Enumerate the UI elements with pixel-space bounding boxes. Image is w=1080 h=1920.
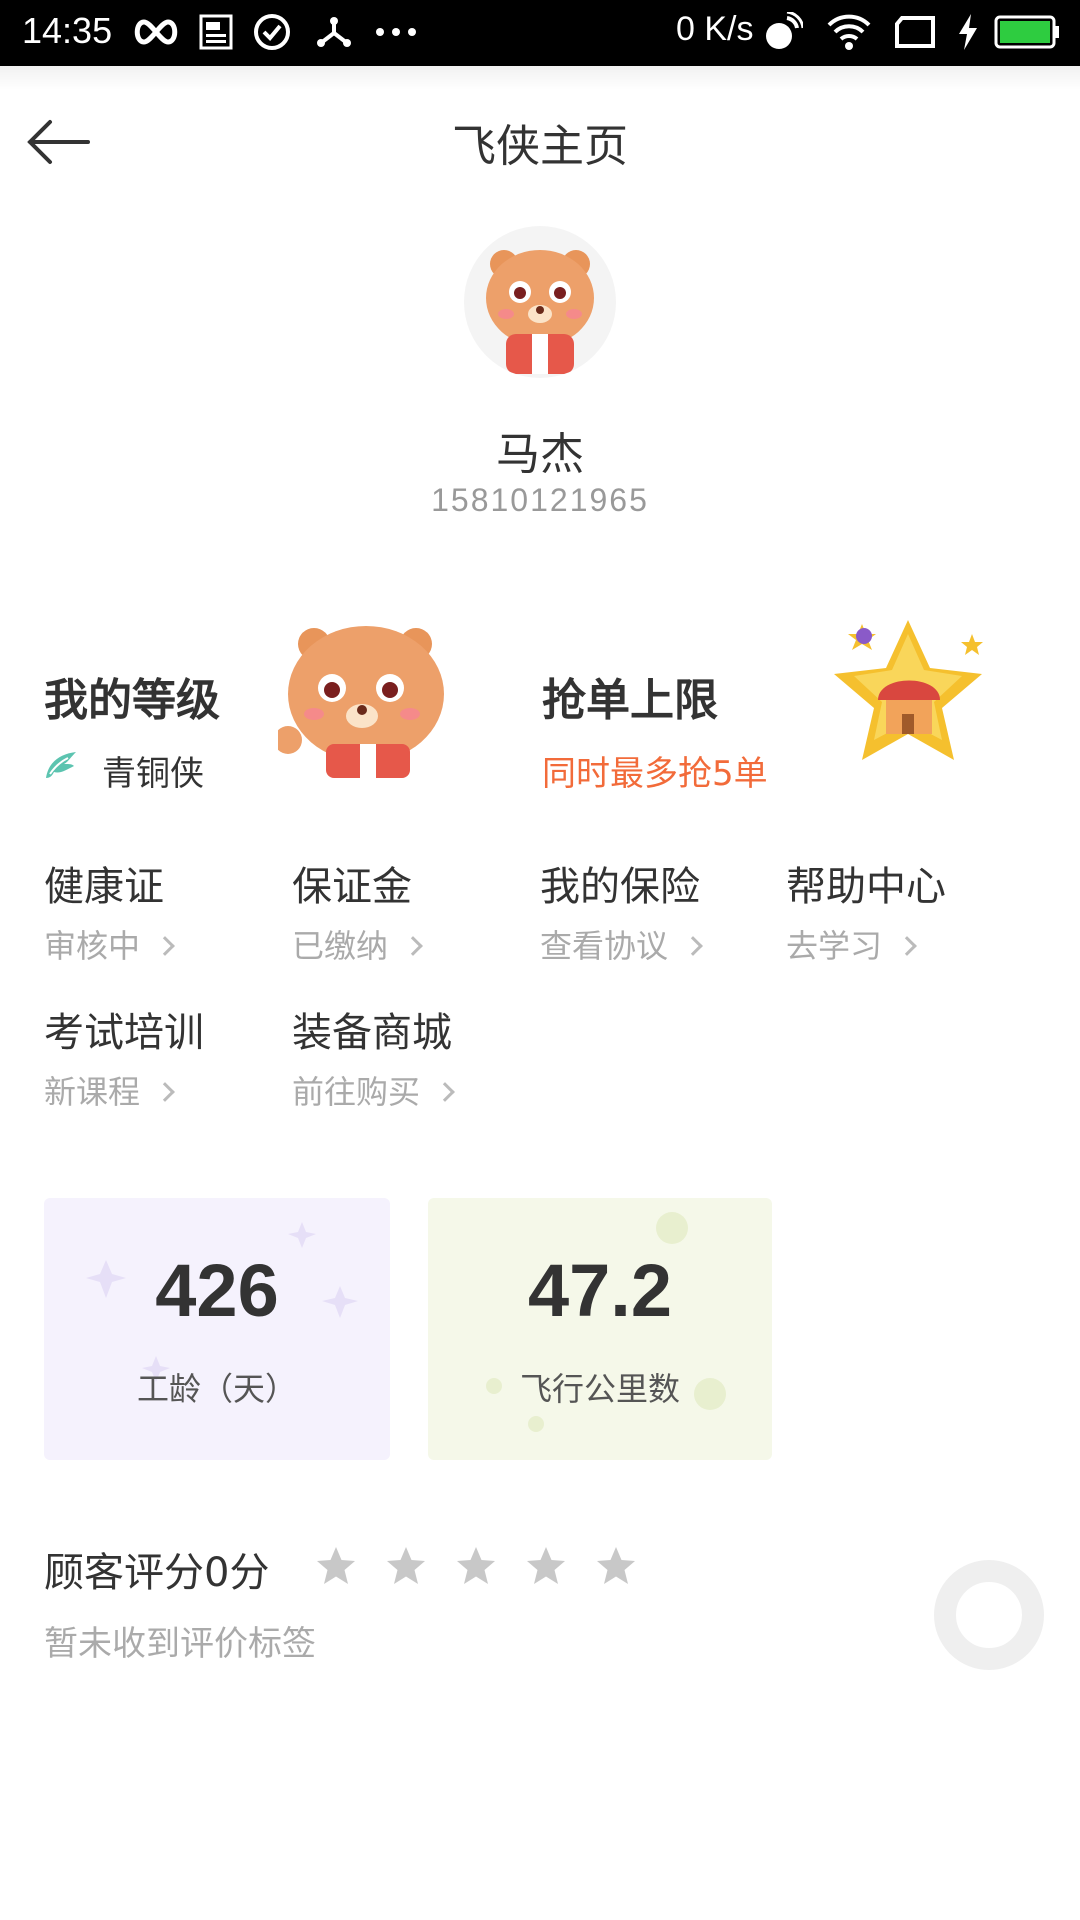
chevron-right-icon bbox=[403, 936, 423, 956]
chevron-right-icon bbox=[435, 1082, 455, 1102]
no-tags-text: 暂未收到评价标签 bbox=[44, 1624, 316, 1664]
feature-label: 健康证 bbox=[44, 864, 164, 910]
check-circle-icon bbox=[252, 12, 292, 52]
feature-exam-training[interactable]: 考试培训 新课程 bbox=[44, 1008, 274, 1116]
tenure-label: 工龄（天） bbox=[136, 1370, 297, 1408]
tenure-value: 426 bbox=[155, 1249, 279, 1332]
network-speed: 0 K/s bbox=[676, 10, 754, 48]
infinity-icon bbox=[128, 12, 184, 52]
feature-label: 考试培训 bbox=[44, 1010, 204, 1056]
feature-label: 我的保险 bbox=[540, 864, 700, 910]
status-time: 14:35 bbox=[22, 10, 113, 51]
avatar[interactable] bbox=[464, 226, 616, 378]
feature-health-cert[interactable]: 健康证 审核中 bbox=[44, 862, 274, 970]
more-dots-icon bbox=[374, 12, 418, 52]
rating-label: 顾客评分0分 bbox=[44, 1550, 270, 1596]
feature-label: 装备商城 bbox=[292, 1010, 452, 1056]
battery-icon bbox=[994, 12, 1060, 52]
page-title: 飞侠主页 bbox=[452, 121, 628, 172]
nfc-icon bbox=[762, 12, 804, 52]
grab-limit-text: 同时最多抢5单 bbox=[542, 754, 768, 794]
user-phone: 15810121965 bbox=[431, 482, 649, 518]
rating-stars bbox=[314, 1544, 664, 1588]
star-house-icon bbox=[834, 620, 983, 760]
level-name: 青铜侠 bbox=[102, 754, 204, 794]
wifi-icon bbox=[826, 12, 872, 52]
chevron-right-icon bbox=[897, 936, 917, 956]
level-title: 我的等级 bbox=[44, 675, 220, 726]
feature-insurance[interactable]: 我的保险 查看协议 bbox=[540, 862, 770, 970]
star-icon bbox=[457, 1547, 495, 1584]
star-icon bbox=[387, 1547, 425, 1584]
star-icon bbox=[597, 1547, 635, 1584]
feature-label: 保证金 bbox=[292, 864, 412, 910]
feature-label: 帮助中心 bbox=[786, 864, 946, 910]
nav-header: 飞侠主页 bbox=[0, 66, 1080, 216]
status-bar: 14:35 0 K/s bbox=[0, 0, 1080, 66]
charging-icon bbox=[956, 12, 980, 52]
distance-card: 47.2 飞行公里数 bbox=[428, 1198, 772, 1460]
star-icon bbox=[317, 1547, 355, 1584]
distance-label: 飞行公里数 bbox=[519, 1370, 680, 1408]
distance-value: 47.2 bbox=[527, 1249, 673, 1332]
feature-status: 审核中 bbox=[44, 927, 141, 965]
bear-mascot-icon bbox=[278, 626, 444, 778]
chevron-right-icon bbox=[683, 936, 703, 956]
user-name: 马杰 bbox=[496, 429, 584, 480]
wing-icon bbox=[46, 752, 76, 778]
feature-help-center[interactable]: 帮助中心 去学习 bbox=[786, 862, 1016, 970]
grab-limit-title: 抢单上限 bbox=[542, 675, 718, 726]
feature-equipment-store[interactable]: 装备商城 前往购买 bbox=[292, 1008, 522, 1116]
feature-deposit[interactable]: 保证金 已缴纳 bbox=[292, 862, 522, 970]
feature-status: 去学习 bbox=[786, 927, 883, 965]
floating-assistive-button[interactable] bbox=[934, 1560, 1044, 1670]
chevron-right-icon bbox=[155, 936, 175, 956]
share-icon bbox=[314, 12, 354, 52]
tenure-card: 426 工龄（天） bbox=[44, 1198, 390, 1460]
feature-status: 已缴纳 bbox=[292, 927, 389, 965]
feature-status: 前往购买 bbox=[292, 1073, 421, 1111]
feature-status: 新课程 bbox=[44, 1073, 141, 1111]
screen-icon bbox=[894, 12, 936, 52]
feature-status: 查看协议 bbox=[540, 927, 669, 965]
chevron-right-icon bbox=[155, 1082, 175, 1102]
star-icon bbox=[527, 1547, 565, 1584]
notes-icon bbox=[198, 12, 234, 52]
